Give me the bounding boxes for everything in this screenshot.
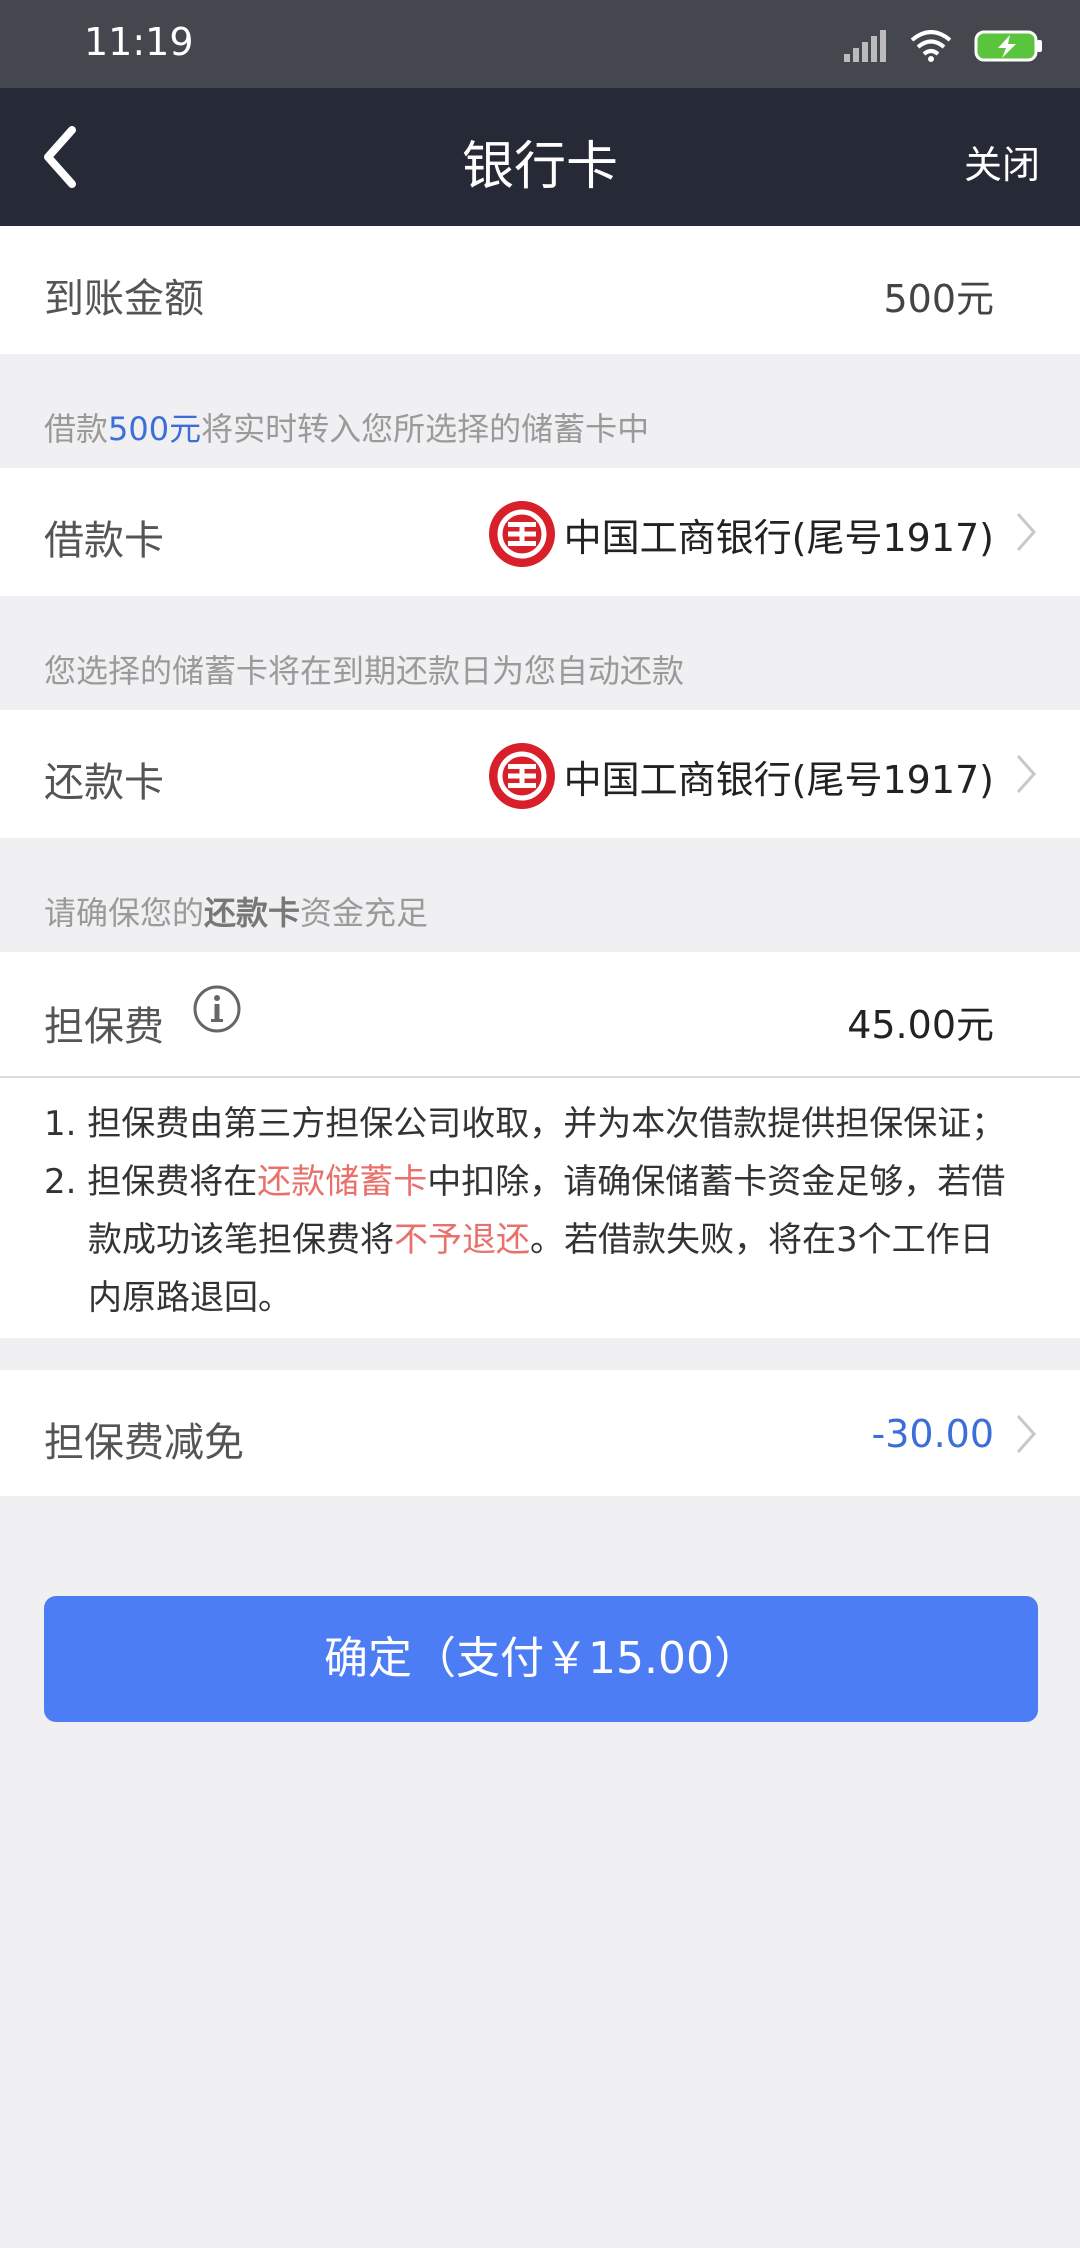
signal-icon xyxy=(844,30,886,62)
status-bar: 11:19 xyxy=(0,0,1080,88)
chevron-right-icon xyxy=(1016,1415,1037,1453)
amount-row: 到账金额 500元 xyxy=(0,226,1080,354)
fee-discount-label: 担保费减免 xyxy=(44,1420,244,1466)
funds-note: 请确保您的还款卡资金充足 xyxy=(44,894,429,932)
page-title: 银行卡 xyxy=(461,137,618,197)
guarantee-fee-value: 45.00元 xyxy=(847,1003,994,1047)
loan-card-bank: 中国工商银行(尾号1917) xyxy=(563,515,994,560)
term-line-4: 内原路退回。 xyxy=(88,1278,292,1318)
wifi-icon xyxy=(910,30,952,62)
close-button[interactable]: 关闭 xyxy=(964,134,1040,189)
status-icons xyxy=(844,26,1044,66)
chevron-right-icon xyxy=(1016,513,1037,551)
amount-label: 到账金额 xyxy=(44,276,204,322)
amount-value: 500元 xyxy=(883,277,994,321)
funds-note-bold: 还款卡 xyxy=(204,894,301,932)
fee-discount-value: -30.00 xyxy=(871,1412,995,1456)
icbc-logo-icon xyxy=(488,501,555,567)
repay-card-row[interactable]: 还款卡 中国工商银行(尾号1917) xyxy=(0,710,1080,838)
repay-card-bank: 中国工商银行(尾号1917) xyxy=(563,757,994,802)
confirm-pay-button[interactable]: 确定（支付￥15.00） xyxy=(44,1596,1038,1722)
loan-card-row[interactable]: 借款卡 中国工商银行(尾号1917) xyxy=(0,468,1080,596)
fee-discount-row[interactable]: 担保费减免 -30.00 xyxy=(0,1370,1080,1496)
loan-note: 借款500元将实时转入您所选择的储蓄卡中 xyxy=(44,410,650,448)
guarantee-fee-label: 担保费 xyxy=(44,1004,164,1050)
repay-note: 您选择的储蓄卡将在到期还款日为您自动还款 xyxy=(44,652,685,690)
info-icon[interactable] xyxy=(192,984,242,1034)
terms-block: 1. 担保费由第三方担保公司收取，并为本次借款提供担保保证； 2. 担保费将在还… xyxy=(0,1078,1080,1338)
nav-bar: 银行卡 关闭 xyxy=(0,88,1080,226)
loan-card-label: 借款卡 xyxy=(44,518,164,564)
repay-card-label: 还款卡 xyxy=(44,760,164,806)
chevron-right-icon xyxy=(1016,755,1037,793)
guarantee-fee-row: 担保费 45.00元 xyxy=(0,952,1080,1076)
term-line-1: 1. 担保费由第三方担保公司收取，并为本次借款提供担保保证； xyxy=(44,1104,1006,1144)
term-line-3: 款成功该笔担保费将不予退还。若借款失败，将在3个工作日 xyxy=(88,1220,994,1260)
status-time: 11:19 xyxy=(84,20,194,64)
loan-note-amount: 500元 xyxy=(108,410,202,448)
battery-charging-icon xyxy=(974,30,1042,62)
icbc-logo-icon xyxy=(488,743,555,809)
term-line-2: 2. 担保费将在还款储蓄卡中扣除，请确保储蓄卡资金足够，若借 xyxy=(44,1162,1006,1202)
